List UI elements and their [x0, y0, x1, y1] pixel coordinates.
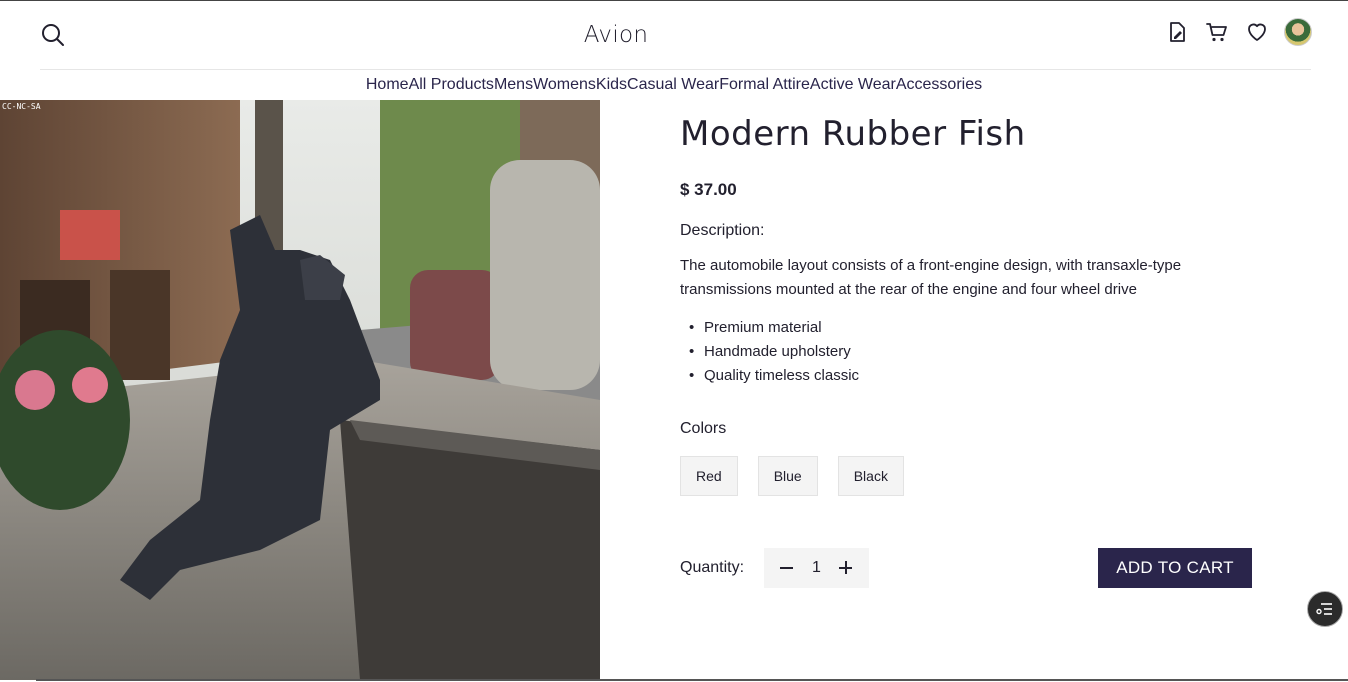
quantity-row: Quantity: 1 ADD TO CART: [680, 548, 1252, 588]
color-options: Red Blue Black: [680, 456, 1240, 496]
product-detail: Modern Rubber Fish $ 37.00 Description: …: [680, 114, 1240, 496]
list-item: Handmade upholstery: [680, 340, 1240, 364]
color-option-black[interactable]: Black: [837, 456, 904, 496]
plus-icon[interactable]: [839, 561, 853, 575]
nav-item-casual-wear[interactable]: Casual Wear: [627, 76, 719, 94]
add-to-cart-button[interactable]: ADD TO CART: [1098, 548, 1252, 588]
header-divider: [40, 69, 1311, 70]
nav-item-all-products[interactable]: All Products: [409, 76, 494, 94]
quantity-value[interactable]: 1: [812, 559, 821, 577]
heart-icon[interactable]: [1244, 19, 1270, 45]
cart-icon[interactable]: [1204, 19, 1230, 45]
nav-item-formal-attire[interactable]: Formal Attire: [719, 76, 810, 94]
product-description: The automobile layout consists of a fron…: [680, 257, 1182, 298]
product-image: CC-NC-SA: [0, 100, 600, 680]
nav-item-home[interactable]: Home: [366, 76, 409, 94]
nav-item-kids[interactable]: Kids: [596, 76, 627, 94]
nav-item-active-wear[interactable]: Active Wear: [810, 76, 896, 94]
description-heading: Description:: [680, 222, 765, 239]
list-item: Premium material: [680, 316, 1240, 340]
main-nav: Home All Products Mens Womens Kids Casua…: [0, 76, 1348, 94]
feature-list: Premium material Handmade upholstery Qua…: [680, 316, 1240, 388]
brand-logo[interactable]: Avion: [0, 22, 1232, 48]
quantity-label: Quantity:: [680, 559, 745, 576]
color-option-red[interactable]: Red: [680, 456, 738, 496]
list-item: Quality timeless classic: [680, 364, 1240, 388]
quantity-stepper: 1: [764, 548, 869, 588]
site-header: Avion: [0, 0, 1348, 70]
product-title: Modern Rubber Fish: [680, 114, 1026, 154]
header-actions: [1164, 18, 1312, 46]
nav-item-womens[interactable]: Womens: [533, 76, 596, 94]
bottom-divider: [36, 679, 1348, 681]
product-price: $ 37.00: [680, 180, 737, 199]
filter-list-icon[interactable]: [1307, 591, 1343, 627]
color-option-blue[interactable]: Blue: [757, 456, 818, 496]
minus-icon[interactable]: [780, 561, 794, 575]
avatar[interactable]: [1284, 18, 1312, 46]
nav-item-mens[interactable]: Mens: [494, 76, 533, 94]
nav-item-accessories[interactable]: Accessories: [896, 76, 982, 94]
image-watermark: CC-NC-SA: [2, 102, 41, 111]
edit-document-icon[interactable]: [1164, 19, 1190, 45]
colors-heading: Colors: [680, 420, 727, 437]
